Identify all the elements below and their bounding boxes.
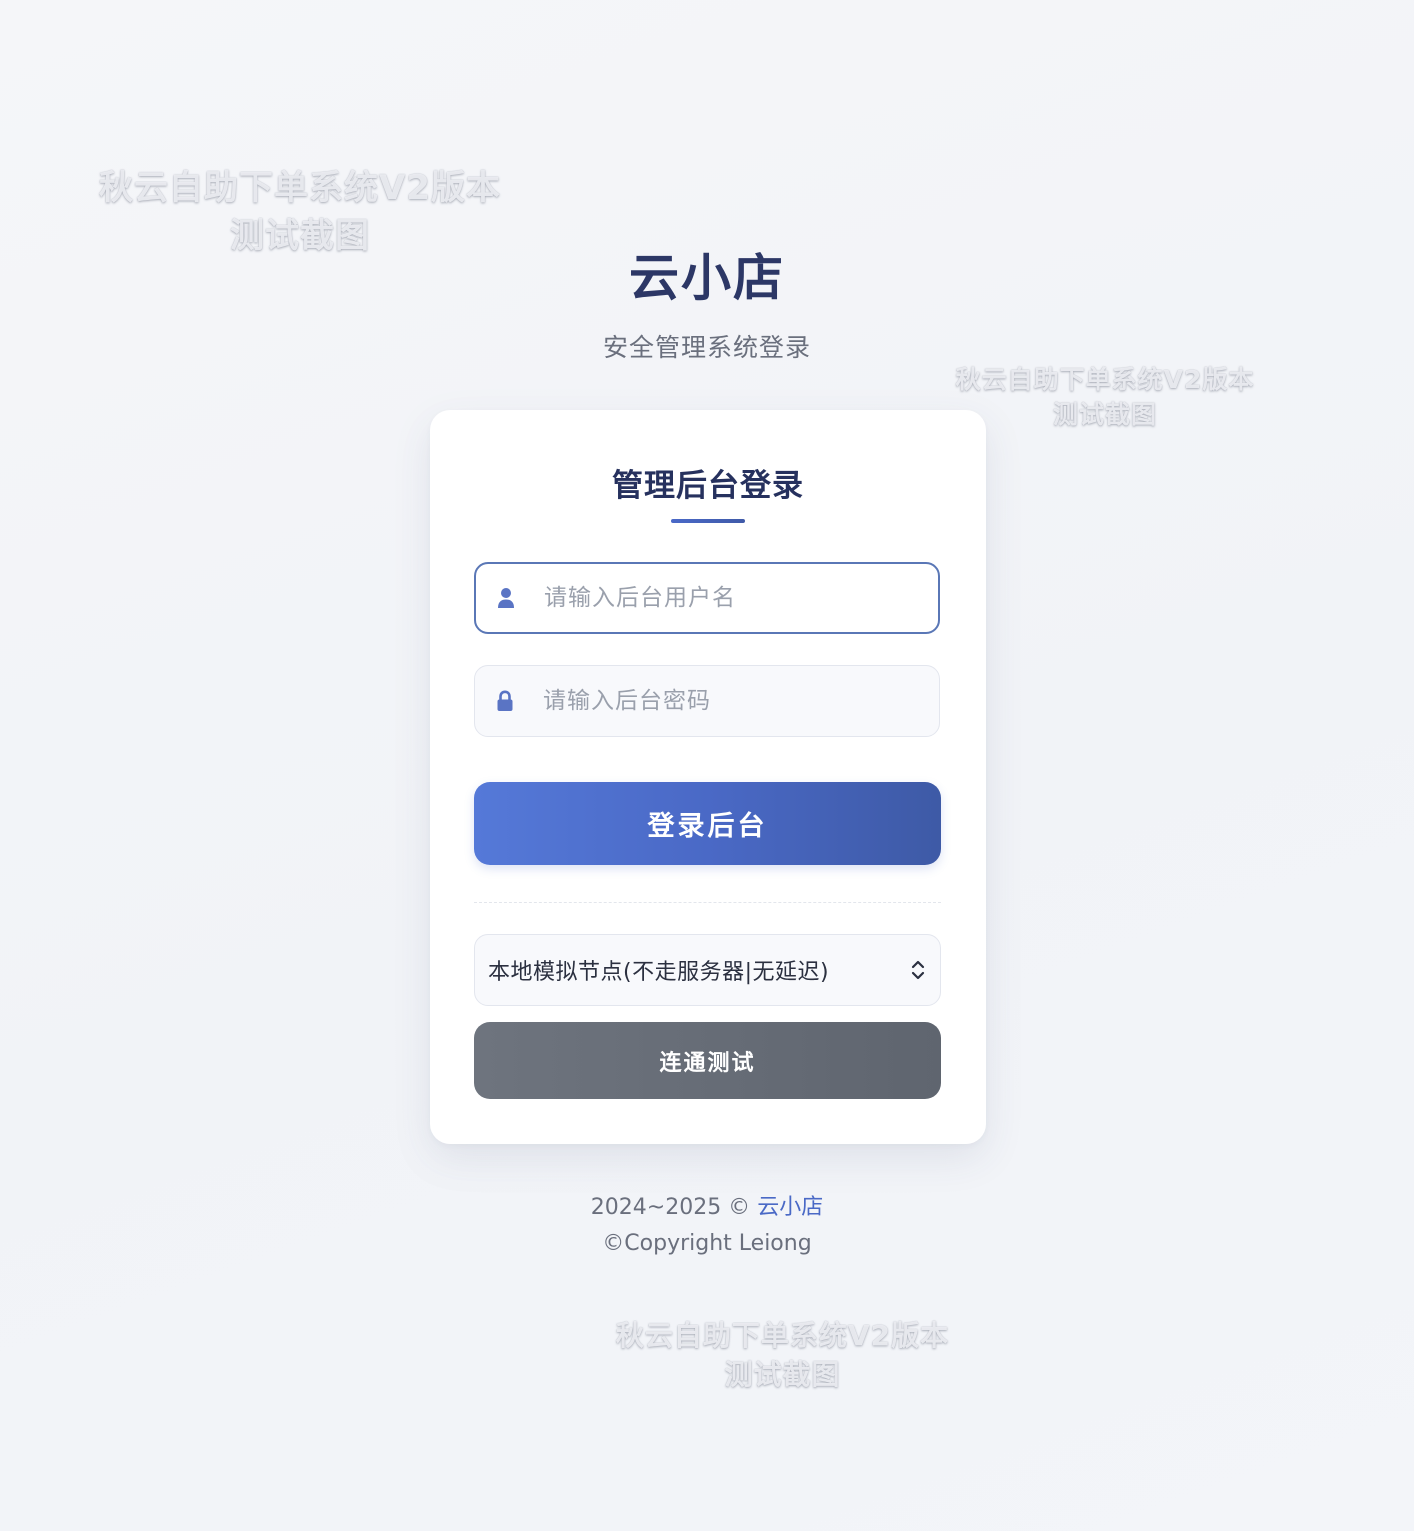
footer-line1: 2024~2025 © 云小店: [0, 1190, 1414, 1226]
watermark-line2: 测试截图: [1052, 400, 1157, 429]
footer-site-link[interactable]: 云小店: [757, 1195, 823, 1220]
node-select-value: 本地模拟节点(不走服务器|无延迟): [488, 960, 830, 985]
watermark-bottom: 秋云自助下单系统V2版本 测试截图: [605, 1316, 960, 1394]
lock-icon: [495, 689, 515, 713]
connectivity-test-button[interactable]: 连通测试: [474, 1022, 941, 1099]
watermark-line1: 秋云自助下单系统V2版本: [955, 365, 1255, 394]
username-input[interactable]: [544, 585, 922, 611]
watermark-right: 秋云自助下单系统V2版本 测试截图: [945, 362, 1265, 432]
node-select[interactable]: 本地模拟节点(不走服务器|无延迟): [474, 934, 941, 1006]
title-underline: [671, 519, 745, 523]
password-input[interactable]: [543, 688, 923, 714]
brand-title: 云小店: [629, 249, 785, 307]
login-button[interactable]: 登录后台: [474, 782, 941, 865]
watermark-line2: 测试截图: [724, 1358, 841, 1392]
username-field[interactable]: [474, 562, 940, 634]
login-page: 秋云自助下单系统V2版本 测试截图 秋云自助下单系统V2版本 测试截图 秋云自助…: [0, 0, 1414, 1531]
user-icon: [496, 586, 516, 610]
chevron-up-down-icon: [908, 958, 928, 982]
password-field[interactable]: [474, 665, 940, 737]
brand-subtitle: 安全管理系统登录: [602, 333, 811, 362]
footer: 2024~2025 © 云小店 ©Copyright Leiong: [0, 1190, 1414, 1262]
login-card: 管理后台登录 登录后台 本地模拟节点(不走服务器|无延迟: [430, 410, 986, 1144]
login-card-title: 管理后台登录: [612, 468, 804, 504]
divider: [474, 902, 941, 903]
watermark-line1: 秋云自助下单系统V2版本: [615, 1319, 950, 1352]
watermark-line1: 秋云自助下单系统V2版本: [99, 168, 501, 208]
footer-years: 2024~2025 ©: [590, 1195, 751, 1220]
footer-copyright: ©Copyright Leiong: [602, 1231, 812, 1256]
